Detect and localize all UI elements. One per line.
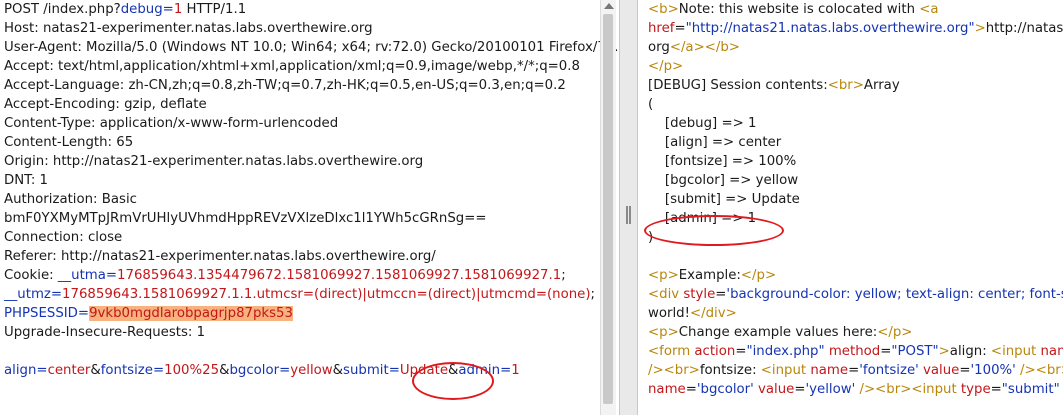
cookie-utmz: __utmz=176859643.1581069927.1.1.utmcsr=(… [4, 287, 596, 302]
response-line-open-paren: ( [648, 97, 654, 112]
header-cookie: Cookie: __utma=176859643.1354479672.1581… [4, 268, 566, 283]
session-entry-bgcolor: [bgcolor] => yellow [648, 173, 799, 188]
response-line-bgcolor-input: name='bgcolor' value='yellow' /><br><inp… [648, 382, 1060, 397]
header-referer: Referer: http://natas21-experimenter.nat… [4, 249, 436, 264]
response-line-debug: [DEBUG] Session contents:<br>Array [648, 78, 900, 93]
response-line-example: <p>Example:</p> [648, 268, 777, 283]
header-origin: Origin: http://natas21-experimenter.nata… [4, 154, 424, 169]
response-line-world: world!</div> [648, 306, 737, 321]
scroll-up-icon[interactable] [604, 3, 614, 9]
header-dnt: DNT: 1 [4, 173, 49, 188]
request-body: align=center&fontsize=100%25&bgcolor=yel… [4, 363, 520, 378]
header-host: Host: natas21-experimenter.natas.labs.ov… [4, 21, 373, 36]
header-accept-encoding: Accept-Encoding: gzip, deflate [4, 97, 207, 112]
pane-splitter[interactable] [619, 0, 638, 415]
response-line-note: <b>Note: this website is colocated with … [648, 2, 939, 17]
cookie-phpsessid: PHPSESSID=9vkb0mgdlarobpagrjp87pks53 [4, 306, 293, 321]
request-text: POST /index.php?debug=1 HTTP/1.1 Host: n… [4, 0, 619, 380]
response-line-org: org</a></b> [648, 40, 740, 55]
response-line-div-style: <div style='background-color: yellow; te… [648, 287, 1063, 302]
header-connection: Connection: close [4, 230, 123, 245]
header-accept: Accept: text/html,application/xhtml+xml,… [4, 59, 580, 74]
session-entry-submit: [submit] => Update [648, 192, 800, 207]
header-accept-language: Accept-Language: zh-CN,zh;q=0.8,zh-TW;q=… [4, 78, 566, 93]
admin-session-highlight-ellipse [644, 215, 784, 246]
authorization-value: bmF0YXMyMTpJRmVrUHlyUVhmdHppREVzVXlzeDlx… [4, 211, 487, 226]
request-scrollbar[interactable] [600, 0, 616, 415]
session-entry-fontsize: [fontsize] => 100% [648, 154, 797, 169]
session-entry-debug: [debug] => 1 [648, 116, 757, 131]
response-text: <b>Note: this website is colocated with … [648, 0, 1063, 399]
response-line-fontsize-input: /><br>fontsize: <input name='fontsize' v… [648, 363, 1063, 378]
admin-param-highlight-ellipse [412, 362, 494, 400]
response-line-form: <form action="index.php" method="POST">a… [648, 344, 1063, 359]
header-authorization: Authorization: Basic [4, 192, 137, 207]
response-line-close-p: </p> [648, 59, 684, 74]
header-upgrade-insecure: Upgrade-Insecure-Requests: 1 [4, 325, 206, 340]
session-id-highlight: 9vkb0mgdlarobpagrjp87pks53 [89, 306, 293, 321]
request-editor-pane[interactable]: POST /index.php?debug=1 HTTP/1.1 Host: n… [0, 0, 619, 415]
session-entry-align: [align] => center [648, 135, 782, 150]
splitter-grip-icon[interactable] [626, 206, 631, 224]
header-content-length: Content-Length: 65 [4, 135, 134, 150]
response-line-change: <p>Change example values here:</p> [648, 325, 913, 340]
header-content-type: Content-Type: application/x-www-form-url… [4, 116, 339, 131]
header-user-agent: User-Agent: Mozilla/5.0 (Windows NT 10.0… [4, 40, 619, 55]
response-viewer-pane[interactable]: <b>Note: this website is colocated with … [638, 0, 1063, 415]
response-line-href: href="http://natas21.natas.labs.overthew… [648, 21, 1063, 36]
request-line: POST /index.php?debug=1 HTTP/1.1 [4, 2, 247, 17]
scrollbar-thumb[interactable] [603, 14, 613, 404]
